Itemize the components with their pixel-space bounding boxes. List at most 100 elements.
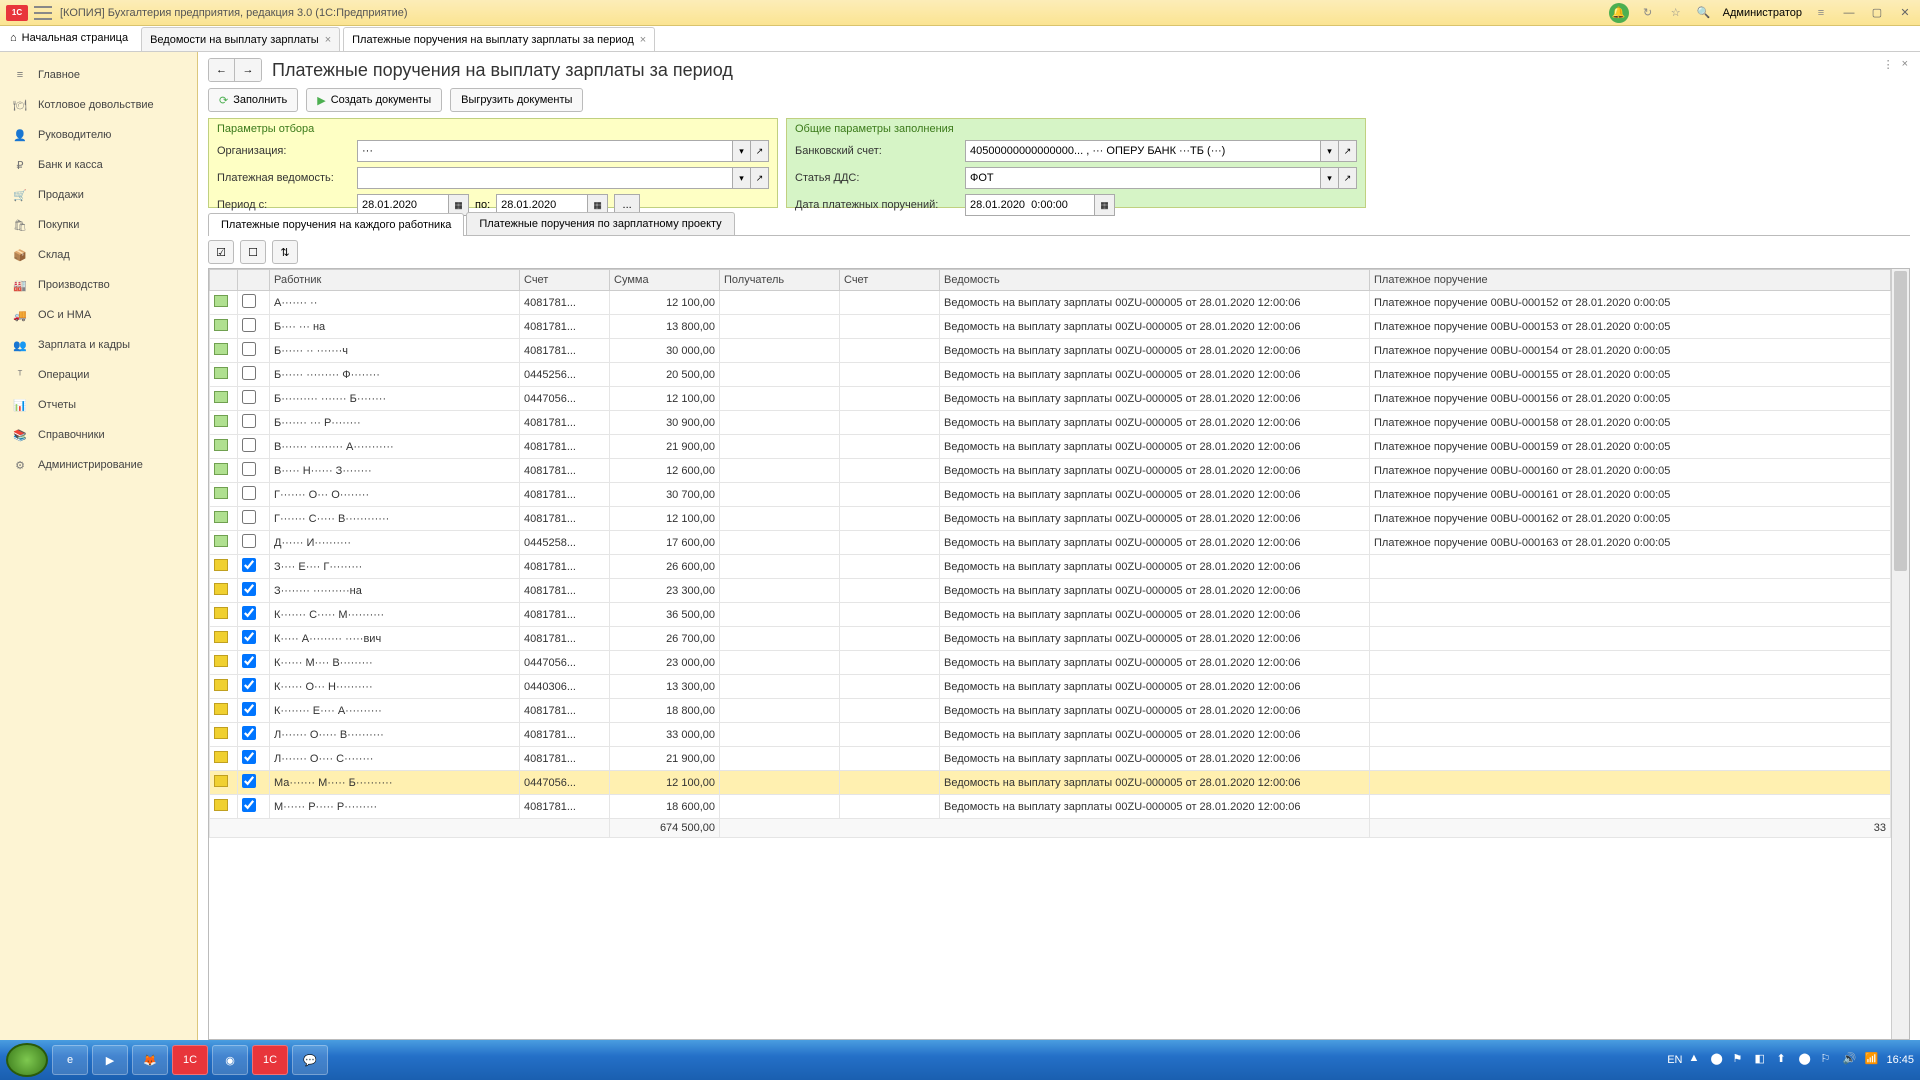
star-icon[interactable]: ☆ (1667, 4, 1685, 22)
subtab-per-worker[interactable]: Платежные поручения на каждого работника (208, 213, 464, 236)
column-header[interactable]: Платежное поручение (1370, 270, 1891, 291)
nav-item[interactable]: 🛒Продажи (0, 180, 197, 210)
row-checkbox[interactable] (242, 702, 256, 716)
nav-item[interactable]: 🍽Котловое довольствие (0, 90, 197, 120)
row-checkbox[interactable] (242, 582, 256, 596)
subtab-salary-project[interactable]: Платежные поручения по зарплатному проек… (466, 212, 734, 235)
user-label[interactable]: Администратор (1723, 7, 1802, 19)
grid[interactable]: РаботникСчетСуммаПолучательСчетВедомость… (209, 269, 1891, 1039)
nav-item[interactable]: ₽Банк и касса (0, 150, 197, 180)
table-row[interactable]: Б······ ········· Ф········0445256...20 … (210, 363, 1891, 387)
column-header[interactable] (238, 270, 270, 291)
task-item[interactable]: 💬 (292, 1045, 328, 1075)
column-header[interactable]: Счет (840, 270, 940, 291)
table-row[interactable]: К······· С····· М··········4081781...36 … (210, 603, 1891, 627)
nav-item[interactable]: 👤Руководителю (0, 120, 197, 150)
more-icon[interactable]: ⋮ (1883, 58, 1894, 71)
dropdown-icon[interactable]: ▾ (733, 140, 751, 162)
history-icon[interactable]: ↻ (1639, 4, 1657, 22)
dropdown-icon[interactable]: ▾ (733, 167, 751, 189)
tray-icon[interactable]: ⬤ (1710, 1052, 1726, 1068)
table-row[interactable]: Д······ И··········0445258...17 600,00Ве… (210, 531, 1891, 555)
org-input[interactable] (357, 140, 733, 162)
dropdown-icon[interactable]: ▾ (1321, 167, 1339, 189)
table-row[interactable]: Б·········· ······· Б········0447056...1… (210, 387, 1891, 411)
open-icon[interactable]: ↗ (1339, 140, 1357, 162)
task-item[interactable]: 1C (252, 1045, 288, 1075)
table-row[interactable]: М······ Р····· Р·········4081781...18 60… (210, 795, 1891, 819)
table-row[interactable]: З········ ··········на4081781...23 300,0… (210, 579, 1891, 603)
table-row[interactable]: Л······· О···· С········4081781...21 900… (210, 747, 1891, 771)
row-checkbox[interactable] (242, 366, 256, 380)
menu-icon[interactable] (34, 6, 52, 20)
table-row[interactable]: К········ Е···· А··········4081781...18 … (210, 699, 1891, 723)
row-checkbox[interactable] (242, 750, 256, 764)
bell-icon[interactable]: 🔔 (1609, 3, 1629, 23)
row-checkbox[interactable] (242, 462, 256, 476)
nav-item[interactable]: 👥Зарплата и кадры (0, 330, 197, 360)
scrollbar[interactable] (1891, 269, 1909, 1039)
tray-icon[interactable]: ⚑ (1732, 1052, 1748, 1068)
table-row[interactable]: К······ М···· В·········0447056...23 000… (210, 651, 1891, 675)
export-docs-button[interactable]: Выгрузить документы (450, 88, 583, 112)
nav-item[interactable]: 📦Склад (0, 240, 197, 270)
clock[interactable]: 16:45 (1886, 1054, 1914, 1066)
column-header[interactable]: Получатель (720, 270, 840, 291)
nav-item[interactable]: 📊Отчеты (0, 390, 197, 420)
dds-input[interactable] (965, 167, 1321, 189)
table-row[interactable]: К······ О··· Н··········0440306...13 300… (210, 675, 1891, 699)
open-icon[interactable]: ↗ (751, 167, 769, 189)
minimize-icon[interactable]: — (1840, 4, 1858, 22)
table-row[interactable]: В····· Н······ З········4081781...12 600… (210, 459, 1891, 483)
bank-input[interactable] (965, 140, 1321, 162)
uncheck-all-button[interactable]: ☐ (240, 240, 266, 264)
task-item[interactable]: ▶ (92, 1045, 128, 1075)
table-row[interactable]: Л······· О····· В··········4081781...33 … (210, 723, 1891, 747)
table-row[interactable]: Ма······· М····· Б··········0447056...12… (210, 771, 1891, 795)
row-checkbox[interactable] (242, 630, 256, 644)
tray-icon[interactable]: 📶 (1864, 1052, 1880, 1068)
nav-item[interactable]: 📚Справочники (0, 420, 197, 450)
row-checkbox[interactable] (242, 774, 256, 788)
tab-payments[interactable]: Платежные поручения на выплату зарплаты … (343, 27, 655, 51)
nav-item[interactable]: 🛍Покупки (0, 210, 197, 240)
tray-icon[interactable]: ◧ (1754, 1052, 1770, 1068)
vedomost-input[interactable] (357, 167, 733, 189)
nav-item[interactable]: 🏭Производство (0, 270, 197, 300)
column-header[interactable]: Работник (270, 270, 520, 291)
row-checkbox[interactable] (242, 510, 256, 524)
column-header[interactable]: Счет (520, 270, 610, 291)
row-checkbox[interactable] (242, 606, 256, 620)
close-icon[interactable]: ✕ (1896, 4, 1914, 22)
table-row[interactable]: Г······· С····· В············4081781...1… (210, 507, 1891, 531)
settings-icon[interactable]: ≡ (1812, 4, 1830, 22)
maximize-icon[interactable]: ▢ (1868, 4, 1886, 22)
row-checkbox[interactable] (242, 342, 256, 356)
table-row[interactable]: Б···· ··· на4081781...13 800,00Ведомость… (210, 315, 1891, 339)
fill-button[interactable]: ⟳ Заполнить (208, 88, 298, 112)
close-page-icon[interactable]: × (1902, 58, 1908, 71)
column-header[interactable]: Ведомость (940, 270, 1370, 291)
column-header[interactable]: Сумма (610, 270, 720, 291)
row-checkbox[interactable] (242, 798, 256, 812)
create-docs-button[interactable]: ▶ Создать документы (306, 88, 442, 112)
row-checkbox[interactable] (242, 678, 256, 692)
row-checkbox[interactable] (242, 318, 256, 332)
dropdown-icon[interactable]: ▾ (1321, 140, 1339, 162)
check-all-button[interactable]: ☑ (208, 240, 234, 264)
search-icon[interactable]: 🔍 (1695, 4, 1713, 22)
table-row[interactable]: Б······ ·· ·······ч4081781...30 000,00Ве… (210, 339, 1891, 363)
row-checkbox[interactable] (242, 294, 256, 308)
table-row[interactable]: К····· А········· ·····вич4081781...26 7… (210, 627, 1891, 651)
tray-icon[interactable]: ▲ (1688, 1052, 1704, 1068)
tray-icon[interactable]: ⬆ (1776, 1052, 1792, 1068)
table-row[interactable]: Г······· О··· О········4081781...30 700,… (210, 483, 1891, 507)
nav-item[interactable]: ᵀОперации (0, 360, 197, 390)
tray-icon[interactable]: ⚐ (1820, 1052, 1836, 1068)
row-checkbox[interactable] (242, 390, 256, 404)
table-row[interactable]: Б······· ··· Р········4081781...30 900,0… (210, 411, 1891, 435)
close-icon[interactable]: × (325, 34, 331, 46)
row-checkbox[interactable] (242, 438, 256, 452)
table-row[interactable]: В······· ········· А···········4081781..… (210, 435, 1891, 459)
invert-button[interactable]: ⇅ (272, 240, 298, 264)
